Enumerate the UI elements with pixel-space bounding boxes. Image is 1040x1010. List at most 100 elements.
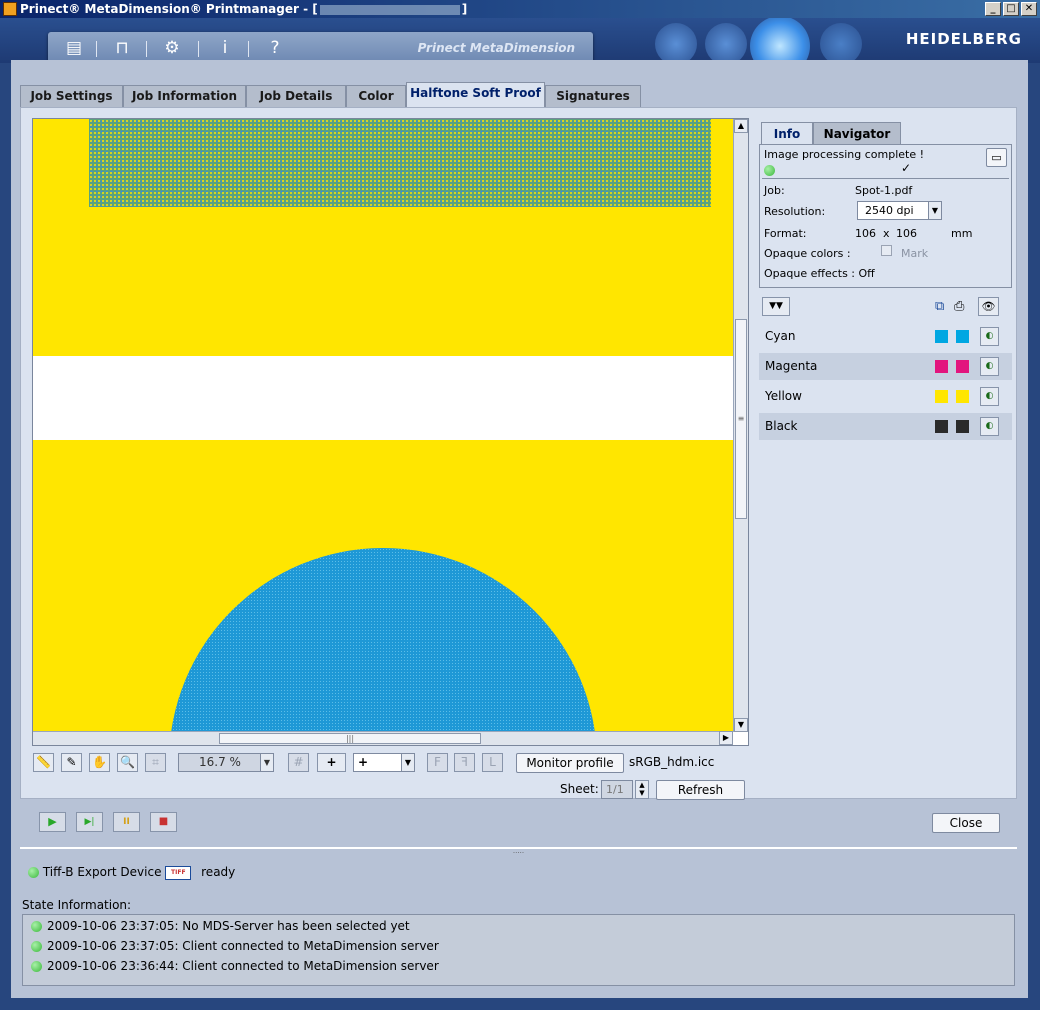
printer-icon[interactable]: ⎙ bbox=[954, 299, 964, 314]
monitor-profile-button[interactable]: Monitor profile bbox=[516, 753, 624, 773]
log-text: 2009-10-06 23:37:05: No MDS-Server has b… bbox=[47, 919, 410, 933]
tab-job-settings[interactable]: Job Settings bbox=[20, 85, 123, 108]
resolution-select[interactable]: 2540 dpi ▼ bbox=[857, 201, 942, 220]
resolution-value: 2540 dpi bbox=[865, 204, 914, 217]
soft-proof-preview[interactable]: ▲ ≡ ▼ ||| ▶ bbox=[32, 118, 749, 746]
flip-horizontal-icon[interactable]: ꟻ bbox=[454, 753, 475, 772]
state-log-list[interactable]: 2009-10-06 23:37:05: No MDS-Server has b… bbox=[22, 914, 1015, 986]
white-stripe bbox=[33, 356, 733, 440]
zoom-tool-icon[interactable]: 🔍 bbox=[117, 753, 138, 772]
separation-row-yellow[interactable]: Yellow ◐ bbox=[759, 383, 1012, 410]
state-information-label: State Information: bbox=[22, 898, 132, 912]
output-device-icon[interactable]: ⊓ bbox=[110, 37, 134, 59]
view-controls: 📏 ✎ ✋ 🔍 ⌗ 16.7 % ▼ # + + ▼ F ꟻ L Monitor… bbox=[32, 753, 757, 808]
visibility-toggle-icon[interactable]: ◐ bbox=[980, 327, 999, 346]
close-button[interactable]: Close bbox=[932, 813, 1000, 833]
help-icon[interactable]: ? bbox=[263, 37, 287, 59]
scroll-right-arrow[interactable]: ▶ bbox=[719, 731, 733, 745]
app-icon bbox=[3, 2, 17, 16]
chevron-down-icon[interactable]: ▼ bbox=[260, 754, 273, 771]
sheet-field[interactable]: 1/1 bbox=[601, 780, 633, 799]
crosshair-select[interactable]: + ▼ bbox=[353, 753, 415, 772]
minimize-button[interactable]: _ bbox=[985, 2, 1001, 16]
horizontal-scrollbar[interactable]: ||| ▶ bbox=[33, 731, 733, 745]
horizontal-scroll-thumb[interactable]: ||| bbox=[219, 733, 481, 744]
grid-icon[interactable]: # bbox=[288, 753, 309, 772]
scroll-down-arrow[interactable]: ▼ bbox=[734, 718, 748, 732]
visibility-toggle-icon[interactable]: ◐ bbox=[980, 417, 999, 436]
vertical-scroll-thumb[interactable]: ≡ bbox=[735, 319, 747, 519]
job-value: Spot-1.pdf bbox=[855, 184, 913, 197]
splitter-handle[interactable]: ..... bbox=[20, 847, 1017, 855]
crosshair-value: + bbox=[358, 755, 369, 769]
log-entry: 2009-10-06 23:37:05: Client connected to… bbox=[31, 939, 439, 953]
eyedropper-tool-icon[interactable]: ✎ bbox=[61, 753, 82, 772]
sheet-label: Sheet: bbox=[560, 782, 599, 796]
print-separations-icon[interactable]: ⧉ bbox=[935, 299, 944, 314]
step-button[interactable]: ▶| bbox=[76, 812, 103, 832]
mark-checkbox[interactable] bbox=[881, 245, 892, 256]
separation-row-magenta[interactable]: Magenta ◐ bbox=[759, 353, 1012, 380]
decor-orb bbox=[655, 23, 697, 63]
add-button[interactable]: + bbox=[317, 753, 346, 772]
tab-job-information[interactable]: Job Information bbox=[123, 85, 246, 108]
decor-orb bbox=[820, 23, 862, 63]
main-toolbar: ▤ ⊓ ⚙ i ? Prinect MetaDimension bbox=[48, 32, 593, 63]
chevron-down-icon[interactable]: ▼ bbox=[401, 754, 414, 771]
tab-info[interactable]: Info bbox=[761, 122, 813, 144]
separation-row-cyan[interactable]: Cyan ◐ bbox=[759, 323, 1012, 350]
eye-icon[interactable]: 👁 bbox=[978, 297, 999, 316]
mark-label: Mark bbox=[901, 247, 929, 260]
tab-halftone-soft-proof[interactable]: Halftone Soft Proof bbox=[406, 82, 545, 108]
separation-color-swatch bbox=[935, 330, 948, 343]
close-window-button[interactable]: ✕ bbox=[1021, 2, 1037, 16]
main-area: Job Settings Job Information Job Details… bbox=[11, 60, 1028, 998]
tab-color[interactable]: Color bbox=[346, 85, 406, 108]
zoom-select[interactable]: 16.7 % ▼ bbox=[178, 753, 274, 772]
job-label: Job: bbox=[764, 184, 785, 197]
log-status-led bbox=[31, 941, 42, 952]
log-entry: 2009-10-06 23:36:44: Client connected to… bbox=[31, 959, 439, 973]
info-box: Image processing complete ! ▭ ✓ Job: Spo… bbox=[759, 144, 1012, 288]
vertical-scrollbar[interactable]: ▲ ≡ ▼ bbox=[733, 119, 748, 732]
separation-row-black[interactable]: Black ◐ bbox=[759, 413, 1012, 440]
flip-front-icon[interactable]: F bbox=[427, 753, 448, 772]
separation-name: Cyan bbox=[765, 329, 796, 343]
device-name: Tiff-B Export Device bbox=[42, 865, 162, 879]
separation-proof-swatch bbox=[956, 360, 969, 373]
scroll-up-arrow[interactable]: ▲ bbox=[734, 119, 748, 133]
visibility-toggle-icon[interactable]: ◐ bbox=[980, 387, 999, 406]
chevron-down-icon[interactable]: ▼ bbox=[928, 202, 941, 219]
crop-tool-icon[interactable]: ⌗ bbox=[145, 753, 166, 772]
visibility-toggle-icon[interactable]: ◐ bbox=[980, 357, 999, 376]
tab-signatures[interactable]: Signatures bbox=[545, 85, 641, 108]
collapse-icon[interactable]: ▼▼ bbox=[762, 297, 790, 316]
stop-button[interactable]: ■ bbox=[150, 812, 177, 832]
format-unit: mm bbox=[951, 227, 973, 240]
opaque-colors-label: Opaque colors : bbox=[764, 247, 851, 260]
info-icon[interactable]: i bbox=[213, 37, 237, 59]
tab-job-details[interactable]: Job Details bbox=[246, 85, 346, 108]
maximize-button[interactable]: □ bbox=[1003, 2, 1019, 16]
device-state: ready bbox=[201, 865, 236, 879]
zoom-value: 16.7 % bbox=[199, 755, 241, 769]
sheet-stepper[interactable]: ▲ ▼ bbox=[635, 780, 649, 799]
tab-navigator[interactable]: Navigator bbox=[813, 122, 901, 144]
hand-tool-icon[interactable]: ✋ bbox=[89, 753, 110, 772]
spellcheck-doc-icon[interactable]: ▤ bbox=[62, 37, 86, 59]
log-text: 2009-10-06 23:37:05: Client connected to… bbox=[47, 939, 439, 953]
separation-proof-swatch bbox=[956, 390, 969, 403]
maximize-preview-button[interactable]: ▭ bbox=[986, 148, 1007, 167]
flip-vertical-icon[interactable]: L bbox=[482, 753, 503, 772]
pause-button[interactable]: II bbox=[113, 812, 140, 832]
play-button[interactable]: ▶ bbox=[39, 812, 66, 832]
separation-proof-swatch bbox=[956, 330, 969, 343]
refresh-button[interactable]: Refresh bbox=[656, 780, 745, 800]
heidelberg-logo: HEIDELBERG bbox=[905, 30, 1022, 48]
proof-image[interactable] bbox=[33, 119, 733, 733]
ruler-tool-icon[interactable]: 📏 bbox=[33, 753, 54, 772]
computer-settings-icon[interactable]: ⚙ bbox=[160, 37, 184, 59]
window-title-end: ] bbox=[461, 2, 468, 16]
log-status-led bbox=[31, 921, 42, 932]
redacted-job-name bbox=[319, 4, 460, 15]
